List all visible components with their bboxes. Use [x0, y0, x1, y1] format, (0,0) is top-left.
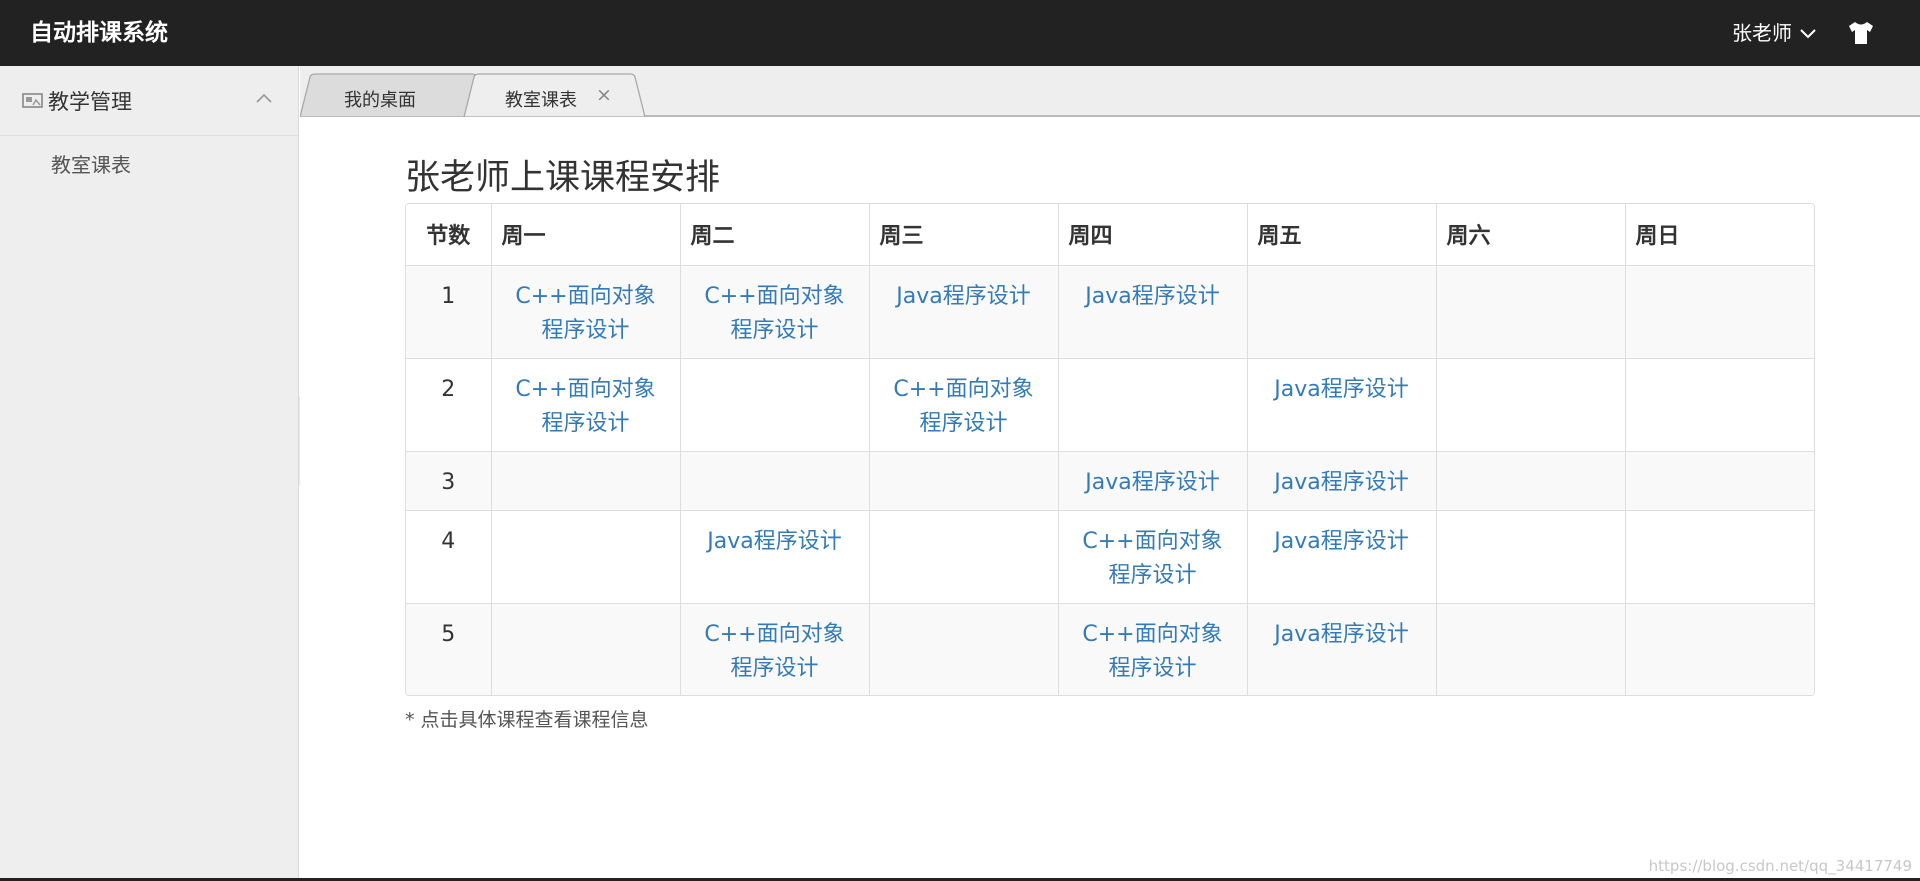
- column-header: 周四: [1058, 204, 1248, 266]
- schedule-cell: [680, 358, 870, 452]
- course-link[interactable]: C++面向对象 程序设计: [1082, 525, 1222, 593]
- schedule-cell: [1625, 265, 1814, 359]
- course-link[interactable]: Java程序设计: [707, 525, 841, 559]
- schedule-cell: C++面向对象 程序设计: [491, 265, 681, 359]
- column-header: 周五: [1247, 204, 1437, 266]
- schedule-cell: C++面向对象 程序设计: [680, 603, 870, 695]
- chevron-down-icon: [1800, 29, 1816, 39]
- course-link[interactable]: C++面向对象 程序设计: [515, 373, 655, 441]
- sidebar-group-teaching[interactable]: 教学管理: [0, 66, 298, 136]
- schedule-cell: C++面向对象 程序设计: [1058, 603, 1248, 695]
- sidebar-item-classroom-schedule[interactable]: 教室课表: [0, 136, 298, 194]
- table-row: 4 Java程序设计 C++面向对象 程序设计 Java程序设计: [406, 510, 1814, 604]
- course-link[interactable]: C++面向对象 程序设计: [893, 373, 1033, 441]
- table-row: 1 C++面向对象 程序设计 C++面向对象 程序设计 Java程序设计 Java程…: [406, 265, 1814, 359]
- schedule-cell: [491, 510, 681, 604]
- page-title: 张老师上课课程安排: [405, 158, 721, 198]
- period-number: 2: [406, 358, 492, 452]
- sidebar-group-label: 教学管理: [48, 89, 132, 114]
- period-number: 4: [406, 510, 492, 604]
- period-number: 3: [406, 451, 492, 511]
- schedule-cell: [1436, 265, 1626, 359]
- schedule-cell: Java程序设计: [680, 510, 870, 604]
- schedule-cell: [491, 451, 681, 511]
- schedule-cell: [1436, 451, 1626, 511]
- schedule-cell: C++面向对象 程序设计: [491, 358, 681, 452]
- schedule-cell: C++面向对象 程序设计: [869, 358, 1059, 452]
- schedule-cell: Java程序设计: [1247, 451, 1437, 511]
- schedule-cell: [1625, 451, 1814, 511]
- app-title[interactable]: 自动排课系统: [30, 0, 168, 66]
- close-icon[interactable]: ×: [596, 85, 612, 105]
- column-header: 周一: [491, 204, 681, 266]
- schedule-cell: C++面向对象 程序设计: [680, 265, 870, 359]
- schedule-cell: Java程序设计: [1247, 510, 1437, 604]
- schedule-cell: [1058, 358, 1248, 452]
- column-header: 节数: [406, 204, 492, 266]
- course-link[interactable]: C++面向对象 程序设计: [515, 280, 655, 348]
- table-row: 2 C++面向对象 程序设计 C++面向对象 程序设计 Java程序设计: [406, 358, 1814, 452]
- schedule-cell: [869, 451, 1059, 511]
- schedule-cell: [680, 451, 870, 511]
- period-number: 5: [406, 603, 492, 695]
- table-header-row: 节数 周一 周二 周三 周四 周五 周六 周日: [406, 204, 1814, 266]
- column-header: 周日: [1625, 204, 1814, 266]
- course-link[interactable]: C++面向对象 程序设计: [704, 618, 844, 686]
- schedule-cell: [1247, 265, 1437, 359]
- schedule-cell: [1436, 358, 1626, 452]
- schedule-cell: [1625, 510, 1814, 604]
- schedule-cell: [491, 603, 681, 695]
- schedule-cell: [1436, 510, 1626, 604]
- course-link[interactable]: Java程序设计: [1274, 618, 1408, 652]
- column-header: 周六: [1436, 204, 1626, 266]
- schedule-cell: Java程序设计: [1058, 451, 1248, 511]
- schedule-cell: Java程序设计: [1247, 603, 1437, 695]
- schedule-table: 节数 周一 周二 周三 周四 周五 周六 周日 1 C++面向对象 程序设计 C+…: [405, 203, 1815, 696]
- course-link[interactable]: Java程序设计: [1274, 373, 1408, 407]
- main-content: 张老师上课课程安排 节数 周一 周二 周三 周四 周五 周六 周日 1 C++面…: [300, 119, 1920, 881]
- schedule-cell: Java程序设计: [1058, 265, 1248, 359]
- schedule-cell: Java程序设计: [1247, 358, 1437, 452]
- course-link[interactable]: Java程序设计: [1085, 280, 1219, 314]
- course-link[interactable]: Java程序设计: [896, 280, 1030, 314]
- course-link[interactable]: Java程序设计: [1085, 466, 1219, 500]
- course-link[interactable]: Java程序设计: [1274, 525, 1408, 559]
- schedule-cell: [1625, 358, 1814, 452]
- tab-bar: 我的桌面 教室课表 ×: [300, 66, 1920, 117]
- tab-classroom-schedule[interactable]: 教室课表: [505, 86, 577, 112]
- picture-icon: [22, 93, 43, 108]
- schedule-cell: [1436, 603, 1626, 695]
- table-row: 3 Java程序设计 Java程序设计: [406, 451, 1814, 511]
- period-number: 1: [406, 265, 492, 359]
- user-name: 张老师: [1732, 21, 1792, 45]
- footnote: * 点击具体课程查看课程信息: [405, 709, 649, 731]
- schedule-cell: C++面向对象 程序设计: [1058, 510, 1248, 604]
- chevron-up-icon: [256, 93, 272, 103]
- top-navbar: 自动排课系统 张老师: [0, 0, 1920, 66]
- table-row: 5 C++面向对象 程序设计 C++面向对象 程序设计 Java程序设计: [406, 603, 1814, 695]
- column-header: 周三: [869, 204, 1059, 266]
- schedule-cell: [869, 510, 1059, 604]
- user-menu[interactable]: 张老师: [1732, 0, 1816, 66]
- sidebar: 教学管理 教室课表: [0, 66, 299, 881]
- course-link[interactable]: C++面向对象 程序设计: [704, 280, 844, 348]
- schedule-cell: Java程序设计: [869, 265, 1059, 359]
- watermark: https://blog.csdn.net/qq_34417749: [1648, 857, 1912, 875]
- column-header: 周二: [680, 204, 870, 266]
- schedule-cell: [1625, 603, 1814, 695]
- course-link[interactable]: C++面向对象 程序设计: [1082, 618, 1222, 686]
- tab-my-desktop[interactable]: 我的桌面: [344, 86, 416, 112]
- tshirt-icon[interactable]: [1846, 20, 1876, 46]
- schedule-cell: [869, 603, 1059, 695]
- course-link[interactable]: Java程序设计: [1274, 466, 1408, 500]
